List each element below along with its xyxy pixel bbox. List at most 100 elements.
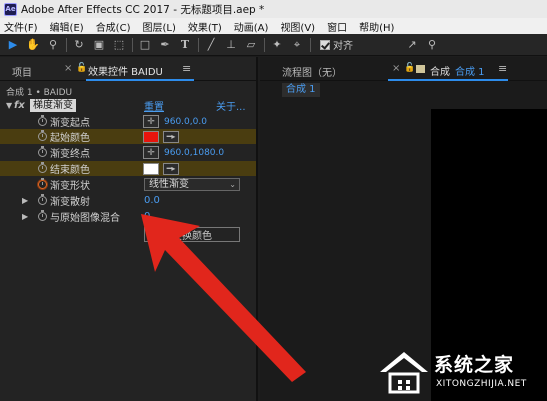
title-bar: Ae Adobe After Effects CC 2017 - 无标题项目.a…	[0, 0, 547, 18]
collapse-triangle-icon[interactable]: ▼	[6, 101, 12, 110]
tools-toolbar: ▶ ✋ ⚲ ↻ ▣ ⬚ □ ✒ T ╱ ⊥ ▱ ✦ ⌖ 对齐 ↗ ⚲	[0, 34, 547, 56]
point-target-icon[interactable]: ✛	[143, 146, 159, 159]
tab-composition-label[interactable]: 合成	[430, 63, 450, 78]
align-checkbox[interactable]: 对齐	[320, 37, 353, 52]
brush-tool-icon[interactable]: ╱	[204, 38, 218, 52]
end-color-swatch[interactable]	[143, 162, 159, 175]
about-link[interactable]: 关于...	[216, 98, 246, 113]
roto-brush-tool-icon[interactable]: ✦	[270, 38, 284, 52]
lock-icon[interactable]: 🔓	[404, 63, 415, 73]
effect-header-row: ▼ fx 梯度渐变 重置 关于...	[0, 98, 256, 113]
pan-behind-tool-icon[interactable]: ⬚	[112, 38, 126, 52]
fx-icon[interactable]: fx	[14, 100, 25, 111]
selection-tool-icon[interactable]: ▶	[6, 38, 20, 52]
hand-tool-icon[interactable]: ✋	[26, 38, 40, 52]
property-label: 起始颜色	[50, 133, 90, 144]
property-label: 与原始图像混合	[50, 213, 120, 224]
pen-tool-icon[interactable]: ✒	[158, 38, 172, 52]
expand-triangle-icon[interactable]: ▶	[22, 196, 28, 205]
property-label: 渐变起点	[50, 118, 90, 129]
puppet-pin-tool-icon[interactable]: ⌖	[290, 38, 304, 52]
rectangle-tool-icon[interactable]: □	[138, 38, 152, 52]
property-row-end-point: 渐变终点 ✛ 960.0,1080.0	[0, 145, 256, 160]
search-help-icon[interactable]: ⚲	[425, 38, 439, 52]
start-point-value[interactable]: 960.0,0.0	[164, 117, 207, 127]
zoom-tool-icon[interactable]: ⚲	[46, 38, 60, 52]
panel-menu-icon[interactable]: ≡	[498, 62, 507, 75]
snap-arrows-icon[interactable]: ↗	[405, 38, 419, 52]
stopwatch-icon[interactable]	[38, 130, 47, 141]
property-row-start-point: 渐变起点 ✛ 960.0,0.0	[0, 114, 256, 129]
checkmark-icon	[320, 39, 330, 50]
house-logo-icon	[380, 352, 428, 394]
ramp-shape-dropdown[interactable]: 线性渐变 ⌄	[144, 178, 240, 191]
start-color-swatch[interactable]	[143, 130, 159, 143]
menu-bar: 文件(F) 编辑(E) 合成(C) 图层(L) 效果(T) 动画(A) 视图(V…	[0, 18, 547, 34]
after-effects-logo-icon: Ae	[4, 2, 17, 16]
expand-triangle-icon[interactable]: ▶	[22, 212, 28, 221]
menu-effect[interactable]: 效果(T)	[188, 19, 222, 34]
tab-flowchart[interactable]: 流程图（无）	[282, 64, 342, 79]
lock-icon[interactable]: 🔓	[76, 63, 87, 73]
close-icon[interactable]: ×	[64, 63, 72, 74]
menu-help[interactable]: 帮助(H)	[359, 19, 394, 34]
composition-color-swatch	[416, 65, 425, 73]
eraser-tool-icon[interactable]: ▱	[244, 38, 258, 52]
left-panel-tabs: 项目 × 🔓 效果控件 BAIDU ≡	[0, 57, 256, 81]
effect-name[interactable]: 梯度渐变	[30, 99, 76, 112]
toolbar-divider	[198, 37, 199, 52]
reset-link[interactable]: 重置	[144, 98, 164, 113]
panel-menu-icon[interactable]: ≡	[182, 62, 191, 75]
property-label: 渐变终点	[50, 149, 90, 160]
menu-animation[interactable]: 动画(A)	[234, 19, 269, 34]
rotate-tool-icon[interactable]: ↻	[72, 38, 86, 52]
close-icon[interactable]: ×	[392, 63, 400, 74]
ramp-scatter-value[interactable]: 0.0	[144, 195, 160, 206]
toolbar-divider	[264, 37, 265, 52]
stopwatch-icon[interactable]	[38, 194, 47, 205]
chevron-down-icon: ⌄	[229, 180, 236, 189]
tab-project[interactable]: 项目	[12, 64, 32, 79]
blend-value[interactable]: 0	[144, 211, 150, 222]
ramp-shape-value: 线性渐变	[149, 179, 189, 190]
composition-breadcrumb[interactable]: 合成 1	[282, 83, 320, 97]
align-label: 对齐	[333, 41, 353, 52]
stopwatch-icon[interactable]	[38, 115, 47, 126]
toolbar-divider	[66, 37, 67, 52]
toolbar-divider	[132, 37, 133, 52]
menu-layer[interactable]: 图层(L)	[142, 19, 175, 34]
menu-composition[interactable]: 合成(C)	[96, 19, 131, 34]
end-point-value[interactable]: 960.0,1080.0	[164, 148, 224, 158]
property-label: 渐变散射	[50, 197, 90, 208]
point-target-icon[interactable]: ✛	[143, 115, 159, 128]
property-row-ramp-shape: 渐变形状 线性渐变 ⌄	[0, 177, 256, 192]
property-label: 结束颜色	[50, 165, 90, 176]
camera-tool-icon[interactable]: ▣	[92, 38, 106, 52]
stopwatch-icon[interactable]	[38, 146, 47, 157]
watermark: 系统之家 XITONGZHIJIA.NET	[374, 346, 544, 398]
text-tool-icon[interactable]: T	[178, 38, 192, 52]
property-row-blend-original: ▶ 与原始图像混合 0	[0, 209, 256, 224]
menu-view[interactable]: 视图(V)	[280, 19, 315, 34]
watermark-url: XITONGZHIJIA.NET	[436, 379, 527, 389]
swap-colors-button[interactable]: 交换颜色	[144, 227, 240, 242]
stopwatch-icon[interactable]	[38, 210, 47, 221]
active-tab-indicator	[388, 79, 508, 81]
stopwatch-icon[interactable]	[38, 178, 47, 189]
tab-composition-name[interactable]: 合成 1	[455, 63, 485, 78]
window-title: Adobe After Effects CC 2017 - 无标题项目.aep …	[21, 3, 265, 16]
property-row-end-color: 结束颜色 ━▸	[0, 161, 256, 176]
eyedropper-icon[interactable]: ━▸	[163, 130, 179, 143]
active-tab-indicator	[86, 79, 194, 81]
watermark-title: 系统之家	[434, 354, 515, 376]
property-row-start-color: 起始颜色 ━▸	[0, 129, 256, 144]
toolbar-divider	[310, 37, 311, 52]
right-panel-tabs: 流程图（无） × 🔓 合成 合成 1 ≡	[260, 57, 547, 81]
tab-effect-controls[interactable]: 效果控件 BAIDU	[88, 63, 163, 78]
eyedropper-icon[interactable]: ━▸	[163, 162, 179, 175]
menu-window[interactable]: 窗口	[327, 19, 347, 34]
clone-stamp-tool-icon[interactable]: ⊥	[224, 38, 238, 52]
menu-file[interactable]: 文件(F)	[4, 19, 38, 34]
menu-edit[interactable]: 编辑(E)	[50, 19, 84, 34]
stopwatch-icon[interactable]	[38, 162, 47, 173]
